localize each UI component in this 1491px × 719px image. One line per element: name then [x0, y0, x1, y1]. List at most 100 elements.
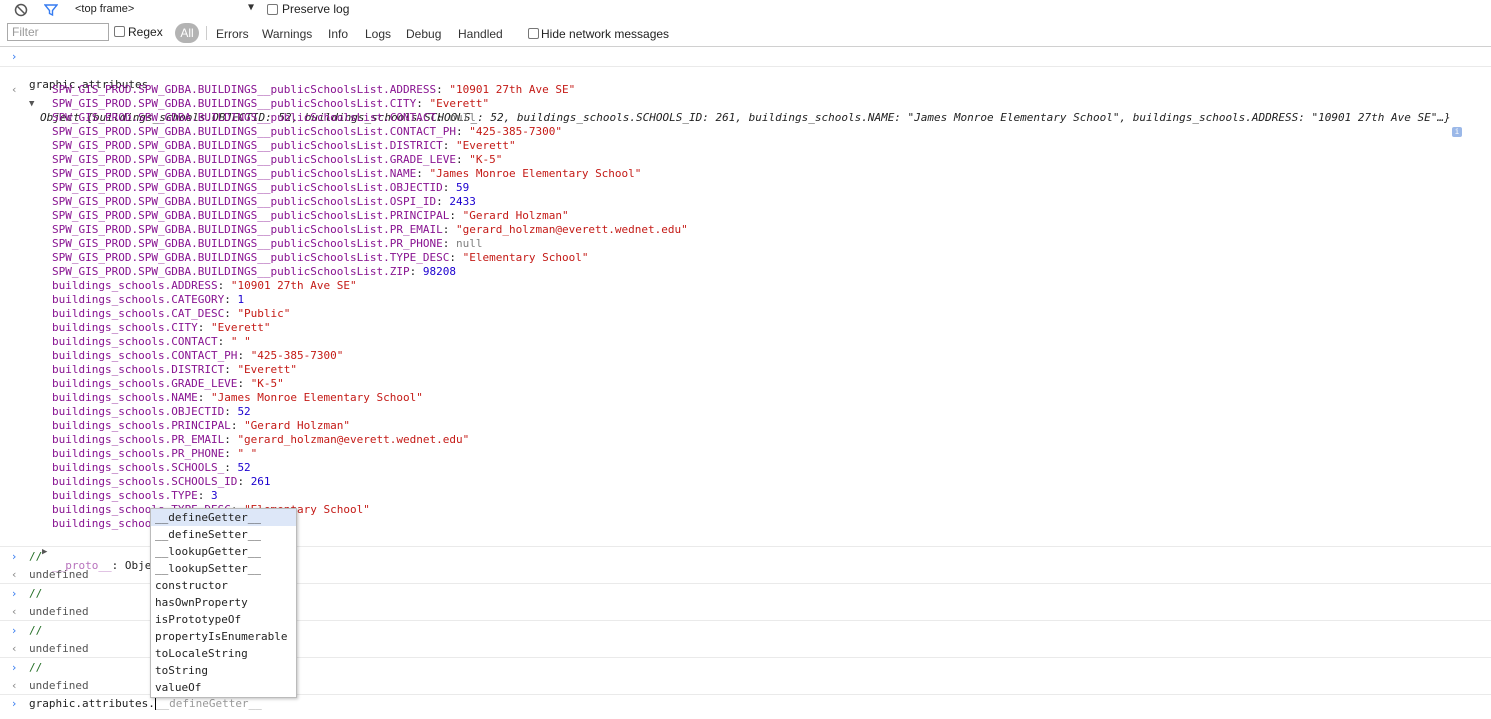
property-value: "gerard_holzman@everett.wednet.edu" — [455, 223, 688, 236]
property-key: SPW_GIS_PROD.SPW_GDBA.BUILDINGS__publicS… — [52, 139, 443, 152]
console-toolbar: <top frame> ▼ Preserve log — [0, 0, 1491, 20]
property-key: buildings_schools.CITY — [52, 321, 198, 334]
property-value: 261 — [250, 475, 271, 488]
current-input-text: graphic.attributes. — [29, 697, 155, 710]
autocomplete-item[interactable]: propertyIsEnumerable — [151, 628, 296, 645]
console-prompt-input[interactable]: › graphic.attributes.__defineGetter__ — [0, 696, 1491, 713]
prompt-icon: › — [12, 587, 17, 600]
property-key: SPW_GIS_PROD.SPW_GDBA.BUILDINGS__publicS… — [52, 265, 410, 278]
result-arrow-icon: ‹ — [12, 83, 17, 96]
property-key: SPW_GIS_PROD.SPW_GDBA.BUILDINGS__publicS… — [52, 237, 443, 250]
autocomplete-item[interactable]: valueOf — [151, 679, 296, 696]
property-key: SPW_GIS_PROD.SPW_GDBA.BUILDINGS__publicS… — [52, 83, 437, 96]
level-warnings-button[interactable]: Warnings — [262, 27, 312, 41]
autocomplete-item[interactable]: hasOwnProperty — [151, 594, 296, 611]
property-key: buildings_schools.ADDRESS — [52, 279, 218, 292]
property-value: "10901 27th Ave SE" — [449, 83, 576, 96]
property-key: SPW_GIS_PROD.SPW_GDBA.BUILDINGS__publicS… — [52, 223, 443, 236]
history-input-text: // — [29, 587, 43, 600]
result-arrow-icon: ‹ — [12, 642, 17, 655]
prompt-icon: › — [12, 624, 17, 637]
hide-network-checkbox[interactable] — [528, 28, 539, 39]
filter-icon[interactable] — [43, 3, 59, 20]
history-output-text: undefined — [29, 642, 89, 655]
result-arrow-icon: ‹ — [12, 679, 17, 692]
autocomplete-item[interactable]: __defineSetter__ — [151, 526, 296, 543]
expand-triangle-icon[interactable]: ▼ — [29, 97, 34, 111]
result-arrow-icon: ‹ — [12, 568, 17, 581]
history-input-text: // — [29, 624, 43, 637]
property-key: SPW_GIS_PROD.SPW_GDBA.BUILDINGS__publicS… — [52, 209, 450, 222]
history-output-text: undefined — [29, 679, 89, 692]
level-all-button[interactable]: All — [175, 23, 199, 43]
property-value: "Everett" — [429, 97, 490, 110]
property-key: SPW_GIS_PROD.SPW_GDBA.BUILDINGS__publicS… — [52, 167, 417, 180]
chevron-down-icon[interactable]: ▼ — [248, 2, 254, 13]
property-key: buildings_schools.SCHOOLS_ID — [52, 475, 238, 488]
toolbar-divider — [0, 46, 1491, 47]
prompt-icon: › — [12, 661, 17, 674]
property-value: null — [455, 237, 483, 250]
history-input-text: // — [29, 661, 43, 674]
property-key: buildings_schools.CATEGORY — [52, 293, 225, 306]
property-key: buildings_schools.CAT_DESC — [52, 307, 225, 320]
divider — [206, 26, 207, 40]
filter-input[interactable]: Filter — [7, 23, 109, 41]
property-value: "Public" — [237, 307, 291, 320]
regex-label: Regex — [128, 25, 163, 39]
property-key: SPW_GIS_PROD.SPW_GDBA.BUILDINGS__publicS… — [52, 111, 437, 124]
property-key: SPW_GIS_PROD.SPW_GDBA.BUILDINGS__publicS… — [52, 195, 437, 208]
regex-checkbox[interactable] — [114, 26, 125, 37]
property-value: " " — [237, 447, 258, 460]
level-logs-button[interactable]: Logs — [365, 27, 391, 41]
property-value: " " — [230, 335, 251, 348]
autocomplete-item[interactable]: toLocaleString — [151, 645, 296, 662]
property-key: SPW_GIS_PROD.SPW_GDBA.BUILDINGS__publicS… — [52, 125, 456, 138]
history-output-text: undefined — [29, 605, 89, 618]
property-key: SPW_GIS_PROD.SPW_GDBA.BUILDINGS__publicS… — [52, 181, 443, 194]
property-key: buildings_schools.OBJECTID — [52, 405, 225, 418]
property-value: "Everett" — [455, 139, 516, 152]
property-value: "425-385-7300" — [469, 125, 562, 138]
preserve-log-label: Preserve log — [282, 2, 350, 16]
autocomplete-item[interactable]: constructor — [151, 577, 296, 594]
property-key: buildings_schools.GRADE_LEVE — [52, 377, 238, 390]
prompt-icon: › — [12, 697, 17, 710]
prompt-icon: › — [12, 550, 17, 563]
property-key: SPW_GIS_PROD.SPW_GDBA.BUILDINGS__publicS… — [52, 251, 450, 264]
preserve-log-checkbox[interactable] — [267, 4, 278, 15]
property-key: buildings_schools.PRINCIPAL — [52, 419, 231, 432]
property-key: buildings_schools.PR_EMAIL — [52, 433, 225, 446]
autocomplete-popup: __defineGetter__ __defineSetter__ __lookup… — [150, 508, 297, 698]
history-input-text: // — [29, 550, 43, 563]
object-summary-row[interactable]: ‹ ▼ Object {buildings_schools.OBJECTID: … — [0, 69, 1491, 137]
filter-bar: Filter Regex All Errors Warnings Info Lo… — [0, 21, 1491, 46]
level-errors-button[interactable]: Errors — [216, 27, 249, 41]
info-icon[interactable]: i — [1452, 125, 1462, 139]
property-value: "10901 27th Ave SE" — [230, 279, 357, 292]
property-value: 59 — [455, 181, 470, 194]
level-info-button[interactable]: Info — [328, 27, 348, 41]
property-value: "Everett" — [237, 363, 298, 376]
property-key: buildings_schools.CONTACT — [52, 335, 218, 348]
level-handled-button[interactable]: Handled — [458, 27, 503, 41]
frame-selector[interactable]: <top frame> — [75, 3, 134, 15]
property-value: 98208 — [422, 265, 456, 278]
autocomplete-item[interactable]: __lookupGetter__ — [151, 543, 296, 560]
property-value: "Gerard Holzman" — [244, 419, 351, 432]
property-value: "Everett" — [210, 321, 271, 334]
result-arrow-icon: ‹ — [12, 605, 17, 618]
property-value: null — [449, 111, 476, 124]
level-debug-button[interactable]: Debug — [406, 27, 441, 41]
autocomplete-item[interactable]: __defineGetter__ — [151, 509, 296, 526]
property-key: SPW_GIS_PROD.SPW_GDBA.BUILDINGS__publicS… — [52, 97, 417, 110]
console-input-echo: › graphic.attributes — [0, 50, 1491, 91]
property-key: buildings_schools.DISTRICT — [52, 363, 225, 376]
history-output-text: undefined — [29, 568, 89, 581]
property-value: "James Monroe Elementary School" — [210, 391, 423, 404]
autocomplete-item[interactable]: toString — [151, 662, 296, 679]
clear-console-icon[interactable] — [14, 3, 28, 20]
autocomplete-item[interactable]: isPrototypeOf — [151, 611, 296, 628]
property-value: "Gerard Holzman" — [462, 209, 569, 222]
autocomplete-item[interactable]: __lookupSetter__ — [151, 560, 296, 577]
